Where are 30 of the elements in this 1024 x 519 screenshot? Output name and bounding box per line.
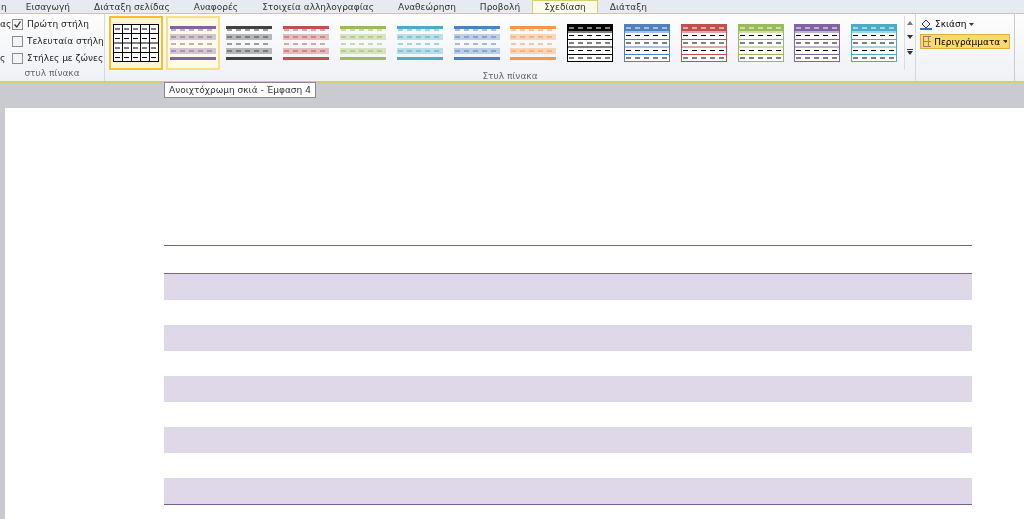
ribbon-tab[interactable]: Στοιχεία αλληλογραφίας [250, 0, 386, 13]
borders-button[interactable]: Περιγράμματα [920, 34, 1010, 49]
checkbox[interactable] [12, 52, 23, 64]
option-label: ς [0, 52, 7, 64]
checkbox[interactable] [12, 35, 23, 47]
checkbox-label: Πρώτη στήλη [27, 19, 89, 29]
ribbon-tab[interactable]: Προβολή [467, 0, 533, 13]
scroll-down-icon[interactable] [907, 35, 913, 39]
checkbox-label: Στήλες με ζώνες [27, 53, 104, 63]
ribbon-tab[interactable]: Διάταξη σελίδας [82, 0, 182, 13]
ribbon-tab[interactable]: Αναθεώρηση [386, 0, 468, 13]
ribbon-tab[interactable]: Εισαγωγή [13, 0, 82, 13]
caret-icon [969, 22, 975, 26]
group-label: Στυλ πίνακα [481, 70, 539, 83]
option-label: ας [0, 18, 12, 30]
group-label: στυλ πίνακα [23, 67, 81, 80]
table-style-option[interactable] [109, 16, 163, 70]
more-icon[interactable] [907, 49, 913, 55]
borders-icon [923, 36, 932, 47]
scroll-up-icon[interactable] [907, 21, 913, 25]
paint-bucket-icon [920, 18, 932, 30]
tooltip: Ανοιχτόχρωμη σκιά - Έμφαση 4 [164, 82, 316, 98]
ribbon-tab[interactable]: Σχεδίαση [532, 0, 598, 13]
caret-icon [1003, 40, 1007, 43]
checkbox-label: Τελευταία στήλη [27, 36, 104, 46]
ribbon-tab[interactable]: Διάταξη [597, 0, 659, 13]
ribbon-tab[interactable]: Αναφορές [181, 0, 251, 13]
shading-button[interactable]: Σκιάση [920, 18, 1010, 30]
checkbox[interactable] [12, 18, 23, 30]
ribbon-tab[interactable]: η [0, 0, 14, 13]
